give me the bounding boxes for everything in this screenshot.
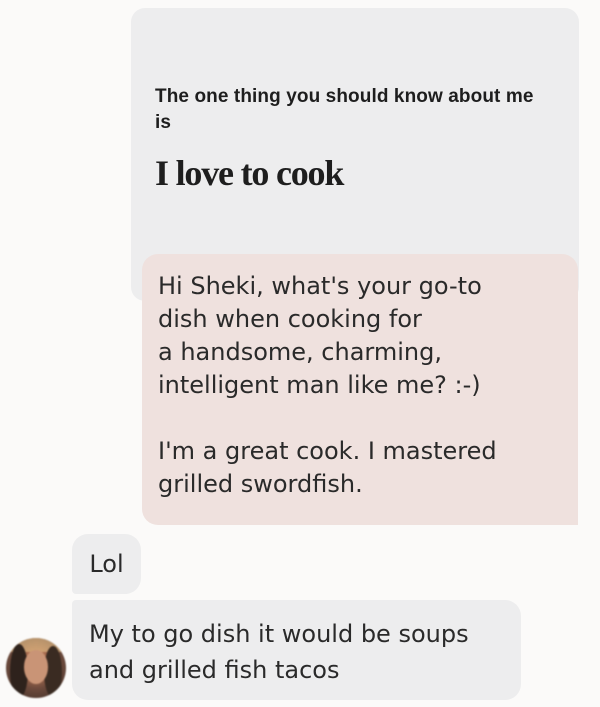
- sent-message-text: Hi Sheki, what's your go-to dish when co…: [158, 272, 497, 498]
- prompt-answer: I love to cook: [155, 153, 344, 193]
- received-message-text: My to go dish it would be soups and gril…: [89, 620, 469, 684]
- received-message-text: Lol: [89, 550, 124, 578]
- avatar-face: [24, 650, 48, 684]
- sent-message-bubble[interactable]: Hi Sheki, what's your go-to dish when co…: [142, 254, 578, 525]
- received-message-bubble[interactable]: My to go dish it would be soups and gril…: [72, 600, 521, 700]
- received-message-bubble[interactable]: Lol: [72, 534, 141, 594]
- avatar[interactable]: [6, 638, 66, 698]
- prompt-question: The one thing you should know about me i…: [155, 86, 534, 133]
